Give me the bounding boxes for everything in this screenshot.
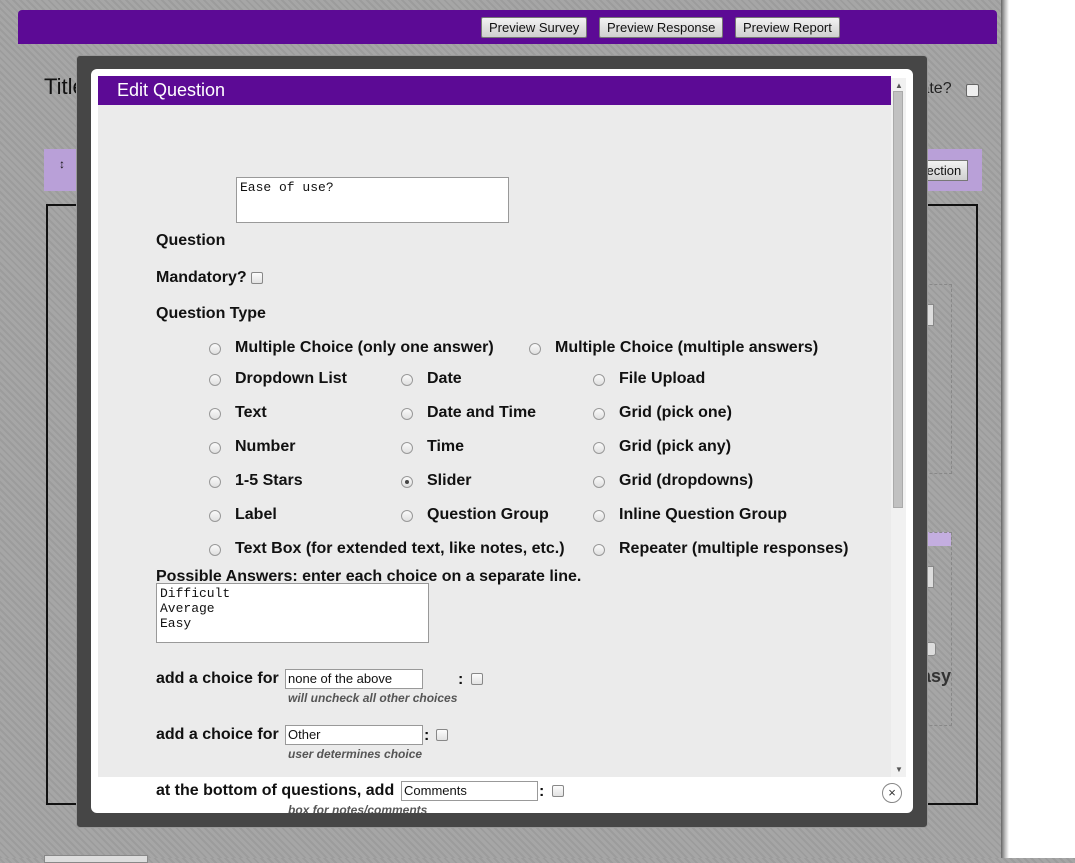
radio-multiple-choice-one[interactable]	[209, 343, 221, 355]
preview-survey-button[interactable]: Preview Survey	[481, 17, 588, 38]
none-choice-colon: :	[458, 671, 464, 688]
mandatory-checkbox[interactable]	[251, 272, 263, 284]
page-margin	[1003, 0, 1075, 858]
template-checkbox[interactable]	[966, 84, 979, 97]
question-label: Question	[156, 232, 226, 249]
comments-hint: box for notes/comments	[288, 803, 428, 813]
other-choice-input[interactable]: Other	[285, 725, 423, 745]
preview-report-button[interactable]: Preview Report	[735, 17, 840, 38]
dialog-title: Edit Question	[98, 76, 891, 105]
dialog-body: Question Ease of use? Mandatory? Questio…	[98, 105, 891, 813]
other-choice-label: add a choice for	[156, 726, 279, 743]
type-label-grid-pick-any: Grid (pick any)	[619, 438, 732, 455]
none-choice-hint: will uncheck all other choices	[288, 691, 458, 705]
none-choice-checkbox[interactable]	[471, 673, 483, 685]
preview-response-button[interactable]: Preview Response	[599, 17, 724, 38]
radio-1-5-stars[interactable]	[209, 476, 221, 488]
radio-text[interactable]	[209, 408, 221, 420]
scroll-down-icon[interactable]: ▼	[895, 765, 903, 774]
comments-checkbox[interactable]	[552, 785, 564, 797]
type-label-label: Label	[235, 506, 277, 523]
other-choice-hint: user determines choice	[288, 747, 423, 761]
type-label-dropdown-list: Dropdown List	[235, 370, 347, 387]
add-section-button[interactable]	[44, 855, 148, 863]
close-icon[interactable]: ×	[882, 783, 902, 803]
type-label-number: Number	[235, 438, 296, 455]
other-choice-colon: :	[424, 727, 430, 744]
radio-grid-pick-one[interactable]	[593, 408, 605, 420]
radio-grid-dropdowns[interactable]	[593, 476, 605, 488]
answer-line: Difficult	[160, 586, 231, 601]
none-choice-input[interactable]: none of the above	[285, 669, 423, 689]
scroll-up-icon[interactable]: ▲	[895, 81, 903, 90]
type-label-file-upload: File Upload	[619, 370, 706, 387]
scrollbar-thumb[interactable]	[893, 91, 903, 508]
radio-slider[interactable]	[401, 476, 413, 488]
type-label-repeater: Repeater (multiple responses)	[619, 540, 849, 557]
radio-text-box[interactable]	[209, 544, 221, 556]
comments-colon: :	[539, 783, 545, 800]
radio-grid-pick-any[interactable]	[593, 442, 605, 454]
edit-question-dialog: Edit Question Question Ease of use? Mand…	[91, 69, 913, 813]
radio-date[interactable]	[401, 374, 413, 386]
comments-label: at the bottom of questions, add	[156, 782, 395, 799]
type-label-slider: Slider	[427, 472, 472, 489]
possible-answers-textarea[interactable]: Difficult Average Easy	[156, 583, 429, 643]
answer-line: Average	[160, 601, 215, 616]
type-label-time: Time	[427, 438, 465, 455]
type-label-grid-dropdowns: Grid (dropdowns)	[619, 472, 754, 489]
type-label-multiple-choice-one: Multiple Choice (only one answer)	[235, 339, 494, 356]
type-label-inline-question-group: Inline Question Group	[619, 506, 787, 523]
question-type-label: Question Type	[156, 305, 266, 322]
radio-date-and-time[interactable]	[401, 408, 413, 420]
radio-repeater[interactable]	[593, 544, 605, 556]
comments-input[interactable]: Comments	[401, 781, 538, 801]
radio-time[interactable]	[401, 442, 413, 454]
none-choice-label: add a choice for	[156, 670, 279, 687]
type-label-grid-pick-one: Grid (pick one)	[619, 404, 732, 421]
radio-label[interactable]	[209, 510, 221, 522]
radio-file-upload[interactable]	[593, 374, 605, 386]
radio-question-group[interactable]	[401, 510, 413, 522]
drag-handle-icon[interactable]: ↕	[59, 157, 65, 171]
type-label-date-and-time: Date and Time	[427, 404, 537, 421]
mandatory-label: Mandatory?	[156, 269, 247, 286]
type-label-text-box: Text Box (for extended text, like notes,…	[235, 540, 565, 557]
question-textarea[interactable]: Ease of use?	[236, 177, 509, 223]
answer-line: Easy	[160, 616, 192, 631]
type-label-1-5-stars: 1-5 Stars	[235, 472, 303, 489]
type-label-date: Date	[427, 370, 462, 387]
type-label-multiple-choice-multiple: Multiple Choice (multiple answers)	[555, 339, 819, 356]
radio-multiple-choice-multiple[interactable]	[529, 343, 541, 355]
radio-inline-question-group[interactable]	[593, 510, 605, 522]
type-label-text: Text	[235, 404, 267, 421]
page-shadow	[1001, 0, 1009, 858]
radio-dropdown-list[interactable]	[209, 374, 221, 386]
other-choice-checkbox[interactable]	[436, 729, 448, 741]
radio-number[interactable]	[209, 442, 221, 454]
type-label-question-group: Question Group	[427, 506, 549, 523]
